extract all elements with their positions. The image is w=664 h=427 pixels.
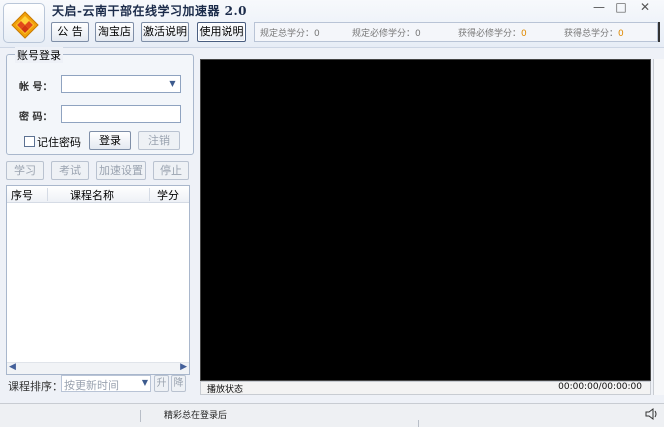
title-bar: 天启-云南干部在线学习加速器 2.0 — □ ✕ 公 告 淘宝店 激活说明 使用… [0, 0, 664, 48]
usage-guide-button[interactable]: 使用说明 [197, 22, 246, 42]
required-total-credit: 规定总学分：0 [260, 29, 320, 39]
volume-icon[interactable] [644, 407, 660, 421]
login-button[interactable]: 登录 [89, 131, 131, 150]
sort-selected-value: 按更新时间 [64, 379, 119, 392]
chevron-down-icon[interactable]: ▼ [167, 79, 178, 89]
close-button[interactable]: ✕ [634, 0, 656, 14]
exam-button[interactable]: 考试 [51, 161, 89, 180]
required-mandatory-credit: 规定必修学分：0 [352, 29, 421, 39]
player-time: 00:00:00/00:00:00 [558, 382, 642, 392]
status-separator [418, 420, 419, 427]
logout-button[interactable]: 注销 [138, 131, 180, 150]
status-bar: 精彩总在登录后 [0, 403, 664, 427]
column-course-name[interactable]: 课程名称 [70, 187, 114, 203]
earned-mandatory-credit: 获得必修学分：0 [458, 29, 527, 39]
course-table[interactable]: 序号 课程名称 学分 ◀ ▶ [6, 185, 190, 375]
account-combobox[interactable]: ▼ [61, 75, 181, 93]
column-separator [47, 188, 48, 201]
sort-select[interactable]: 按更新时间 ▼ [61, 375, 151, 392]
sort-label: 课程排序： [8, 380, 63, 393]
status-separator [140, 410, 141, 422]
activation-guide-button[interactable]: 激活说明 [141, 22, 189, 42]
login-group: 账号登录 帐 号： ▼ 密 码： 记住密码 登录 注销 [6, 47, 194, 155]
diamond-logo-icon [3, 3, 45, 43]
player-status-label: 播放状态 [207, 385, 244, 395]
sort-descending-button[interactable]: 降 [171, 375, 186, 392]
remember-password-label[interactable]: 记住密码 [37, 134, 81, 150]
left-panel: 账号登录 帐 号： ▼ 密 码： 记住密码 登录 注销 学习 考试 加速设置 停… [4, 47, 194, 397]
minimize-button[interactable]: — [588, 0, 610, 14]
app-window: 天启-云南干部在线学习加速器 2.0 — □ ✕ 公 告 淘宝店 激活说明 使用… [0, 0, 664, 427]
notice-button[interactable]: 公 告 [51, 22, 89, 42]
credit-stats-panel: 规定总学分：0 规定必修学分：0 获得必修学分：0 获得总学分：0 [254, 22, 658, 42]
earned-total-credit: 获得总学分：0 [564, 29, 624, 39]
study-button[interactable]: 学习 [6, 161, 44, 180]
password-input[interactable] [61, 105, 181, 123]
status-message: 精彩总在登录后 [164, 411, 228, 421]
password-label: 密 码： [19, 112, 53, 123]
remember-password-checkbox[interactable] [24, 136, 35, 147]
horizontal-scrollbar[interactable]: ◀ ▶ [7, 362, 189, 374]
scroll-right-icon[interactable]: ▶ [180, 362, 187, 372]
player-status-bar: 播放状态 00:00:00/00:00:00 [200, 381, 651, 395]
video-player[interactable] [200, 59, 651, 381]
speed-settings-button[interactable]: 加速设置 [96, 161, 146, 180]
account-label: 帐 号： [19, 82, 53, 93]
right-edge-panel [653, 59, 664, 395]
sort-ascending-button[interactable]: 升 [154, 375, 169, 392]
edge-indicator [658, 22, 664, 42]
column-index[interactable]: 序号 [11, 187, 33, 203]
chevron-down-icon[interactable]: ▼ [142, 378, 148, 387]
column-credit[interactable]: 学分 [157, 187, 179, 203]
taobao-store-button[interactable]: 淘宝店 [95, 22, 134, 42]
course-table-header: 序号 课程名称 学分 [7, 186, 189, 203]
app-title: 天启-云南干部在线学习加速器 2.0 [52, 4, 248, 18]
scroll-left-icon[interactable]: ◀ [9, 362, 16, 372]
column-separator [149, 188, 150, 201]
stop-button[interactable]: 停止 [153, 161, 189, 180]
maximize-button[interactable]: □ [610, 0, 632, 14]
login-group-legend: 账号登录 [15, 47, 63, 63]
